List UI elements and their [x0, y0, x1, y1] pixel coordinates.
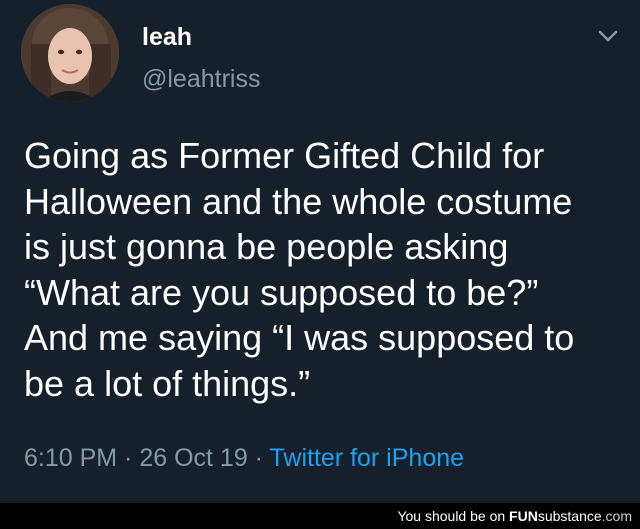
watermark-brand-light: substance: [537, 508, 602, 524]
meta-separator: ·: [117, 444, 140, 472]
display-name[interactable]: leah: [142, 22, 192, 52]
watermark-prefix: You should be on: [397, 508, 510, 524]
tweet-text-line: Going as Former Gifted Child for: [24, 135, 545, 176]
watermark-text: You should be on FUNsubstance.com: [397, 507, 632, 525]
tweet-text-line: Halloween and the whole costume: [24, 180, 573, 222]
tweet-text: Going as Former Gifted Child for Hallowe…: [24, 133, 624, 406]
tweet-source-link[interactable]: Twitter for iPhone: [270, 444, 465, 472]
chevron-down-icon[interactable]: [596, 26, 620, 46]
meta-separator: ·: [247, 444, 270, 472]
tweet-meta: 6:10 PM · 26 Oct 19 · Twitter for iPhone: [24, 442, 464, 474]
tweet-date[interactable]: 26 Oct 19: [139, 444, 247, 472]
avatar[interactable]: [21, 4, 119, 102]
tweet-card: leah @leahtriss Going as Former Gifted C…: [0, 0, 640, 503]
watermark-brand-tld: .com: [601, 508, 632, 524]
tweet-text-line: “What are you supposed to be?”: [24, 271, 539, 313]
avatar-image: [21, 4, 119, 102]
tweet-time[interactable]: 6:10 PM: [24, 444, 117, 472]
tweet-text-line: be a lot of things.”: [24, 362, 311, 404]
user-handle[interactable]: @leahtriss: [142, 64, 260, 94]
tweet-text-line: And me saying “I was supposed to: [24, 317, 575, 358]
tweet-text-line: is just gonna be people asking: [24, 226, 509, 267]
watermark-brand-bold: FUN: [509, 508, 538, 524]
watermark-footer: You should be on FUNsubstance.com: [0, 503, 640, 529]
